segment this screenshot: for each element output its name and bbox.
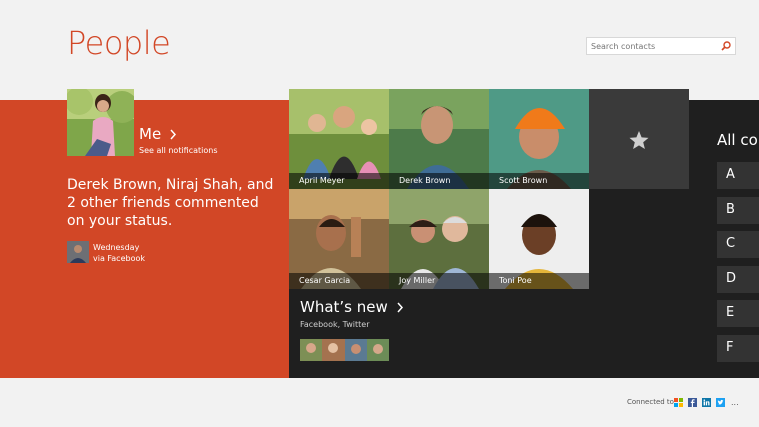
connected-to-label: Connected to (627, 398, 674, 406)
contact-name: April Meyer (299, 176, 345, 185)
all-contacts-heading: All co (717, 131, 758, 149)
me-link[interactable]: Me (139, 125, 177, 143)
me-label: Me (139, 125, 162, 143)
twitter-icon[interactable] (716, 398, 725, 407)
contact-tile[interactable]: Scott Brown (489, 89, 589, 189)
search-input[interactable] (587, 38, 719, 54)
contact-name: Joy Miller (399, 276, 436, 285)
me-avatar[interactable] (67, 89, 134, 156)
contact-name: Cesar Garcia (299, 276, 351, 285)
contact-name: Scott Brown (499, 176, 548, 185)
commenter-avatar (67, 241, 89, 263)
favorites-tile[interactable] (589, 89, 689, 189)
letter-label: E (726, 305, 735, 320)
letter-group-tile[interactable]: D (717, 266, 759, 293)
search-icon[interactable] (720, 40, 732, 52)
contact-tile[interactable]: Joy Miller (389, 189, 489, 289)
letter-group-tile[interactable]: C (717, 231, 759, 258)
letter-label: A (726, 167, 735, 182)
whats-new-thumbnails[interactable] (300, 339, 389, 361)
star-icon (629, 131, 649, 149)
letter-group-tile[interactable]: B (717, 197, 759, 224)
see-all-notifications-link[interactable]: See all notifications (139, 146, 218, 155)
more-accounts-ellipsis[interactable]: ... (731, 398, 739, 407)
facebook-icon[interactable] (688, 398, 697, 407)
status-notification[interactable]: Derek Brown, Niraj Shah, and 2 other fri… (67, 176, 277, 230)
letter-group-tile[interactable]: E (717, 300, 759, 327)
notification-day: Wednesday (93, 243, 140, 252)
contact-name: Derek Brown (399, 176, 451, 185)
letter-label: D (726, 271, 737, 286)
letter-group-tile[interactable]: A (717, 162, 759, 189)
chevron-right-icon (170, 129, 176, 140)
letter-label: B (726, 202, 735, 217)
whats-new-sources: Facebook, Twitter (300, 320, 370, 329)
chevron-right-icon (397, 302, 403, 313)
contact-tile[interactable]: Derek Brown (389, 89, 489, 189)
contact-tile[interactable]: April Meyer (289, 89, 389, 189)
contact-name: Toni Poe (499, 276, 532, 285)
microsoft-account-icon[interactable] (674, 398, 683, 407)
whats-new-link[interactable]: What’s new (300, 298, 404, 316)
contact-tile[interactable]: Cesar Garcia (289, 189, 389, 289)
letter-label: F (726, 340, 734, 355)
linkedin-icon[interactable] (702, 398, 711, 407)
page-title: People (67, 24, 171, 62)
contact-tile[interactable]: Toni Poe (489, 189, 589, 289)
letter-group-tile[interactable]: F (717, 335, 759, 362)
notification-source: via Facebook (93, 254, 145, 263)
letter-label: C (726, 236, 736, 251)
search-box[interactable] (586, 37, 736, 55)
whats-new-title: What’s new (300, 298, 388, 316)
